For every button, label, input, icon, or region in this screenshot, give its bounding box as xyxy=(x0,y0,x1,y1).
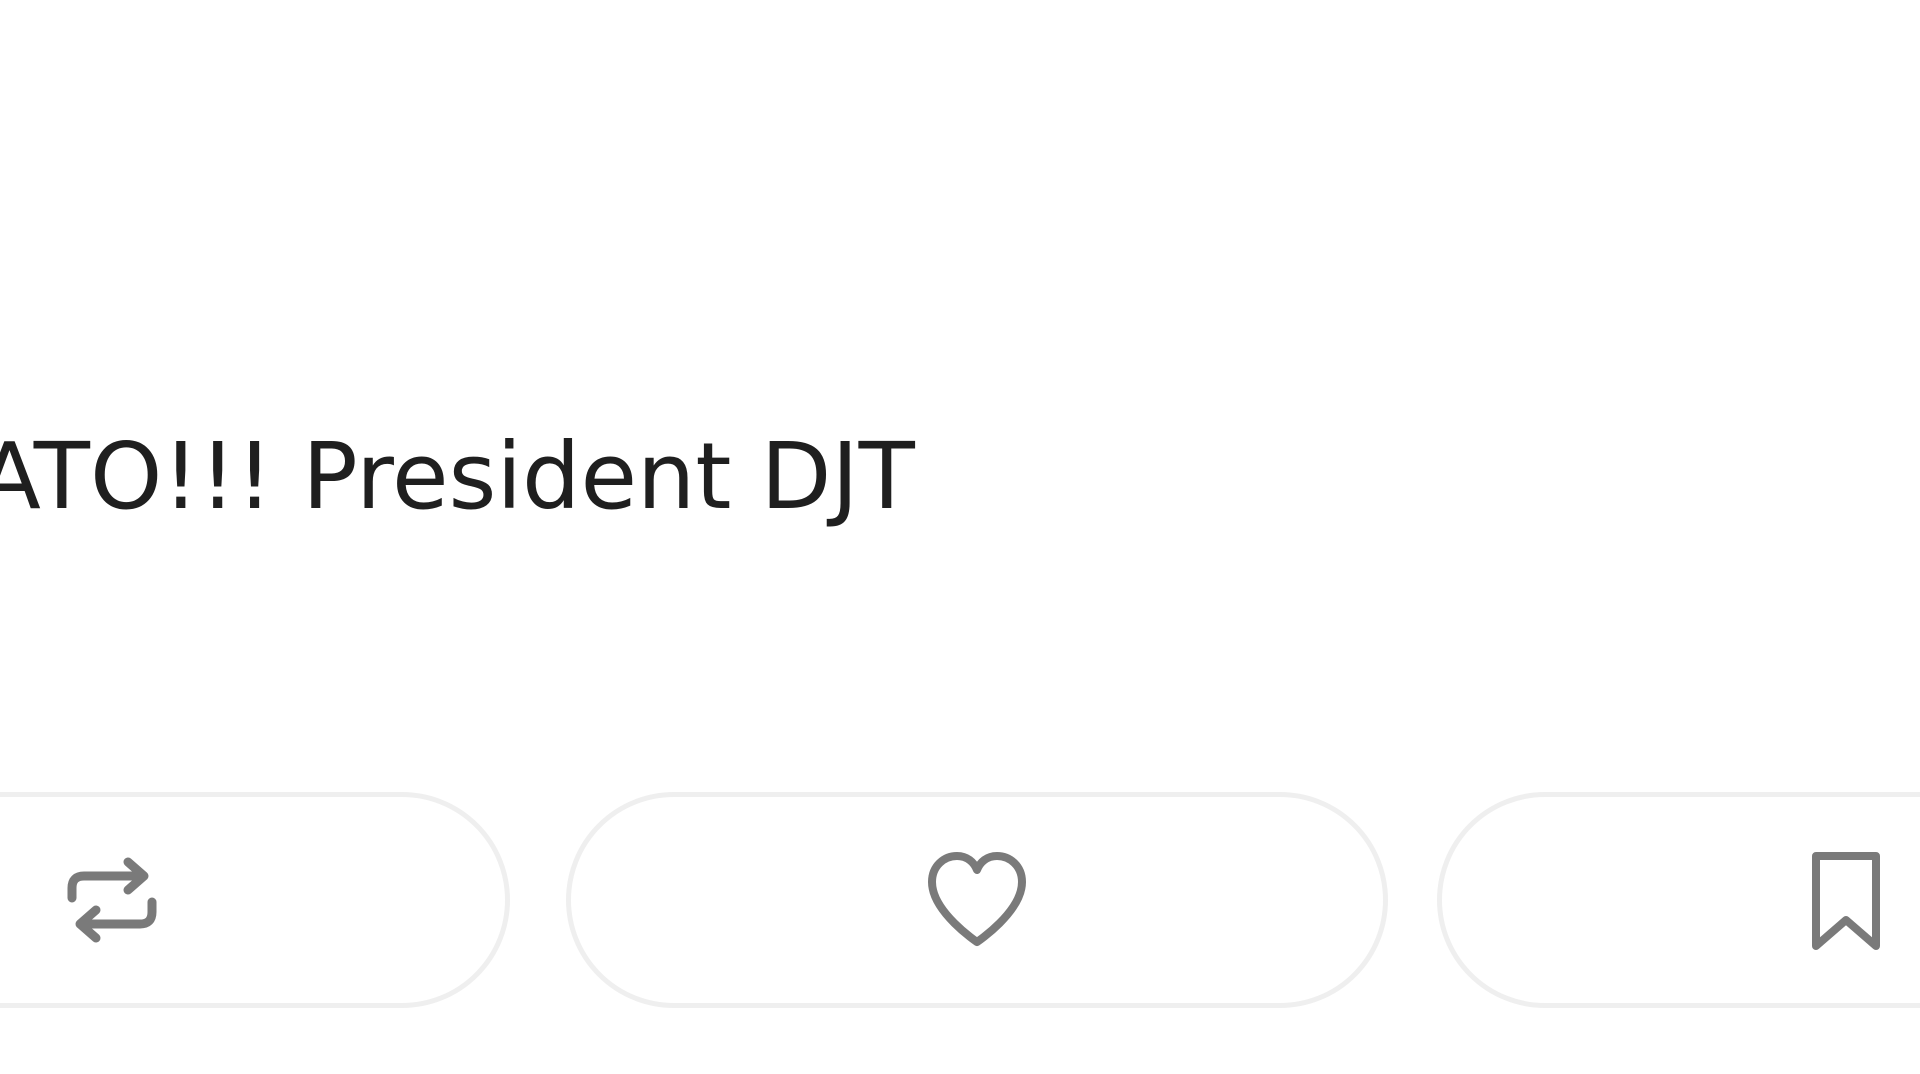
repost-icon[interactable] xyxy=(62,850,162,950)
heart-icon[interactable] xyxy=(924,850,1030,950)
post-card: ATO!!! President DJT xyxy=(0,0,1920,1074)
post-body-text: ATO!!! President DJT xyxy=(0,423,915,530)
bookmark-icon[interactable] xyxy=(1808,850,1884,954)
